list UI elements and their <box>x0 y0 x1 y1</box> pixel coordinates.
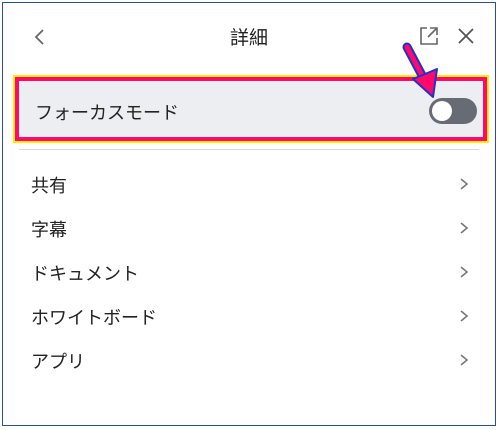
close-button[interactable] <box>453 23 479 49</box>
menu-item-label: ドキュメント <box>31 264 139 285</box>
menu-item-label: 字幕 <box>31 220 67 241</box>
menu-item-documents[interactable]: ドキュメント <box>3 251 495 295</box>
menu-item-apps[interactable]: アプリ <box>3 339 495 383</box>
chevron-right-icon <box>460 178 469 190</box>
menu-item-whiteboard[interactable]: ホワイトボード <box>3 295 495 339</box>
chevron-right-icon <box>460 354 469 366</box>
details-panel: 詳細 フォーカスモード 共有 字幕 ドキュメント ホワイトボード アプリ <box>2 2 496 426</box>
menu-item-label: ホワイトボード <box>31 308 157 329</box>
close-icon <box>458 28 474 44</box>
annotation-arrow-icon <box>402 42 438 98</box>
chevron-right-icon <box>460 222 469 234</box>
menu-item-captions[interactable]: 字幕 <box>3 207 495 251</box>
menu-item-share[interactable]: 共有 <box>3 163 495 207</box>
divider <box>19 149 479 150</box>
chevron-right-icon <box>460 310 469 322</box>
chevron-right-icon <box>460 266 469 278</box>
menu-item-label: アプリ <box>31 352 85 373</box>
toggle-knob <box>432 101 452 121</box>
focus-mode-label: フォーカスモード <box>35 103 179 124</box>
focus-mode-toggle[interactable] <box>429 98 477 124</box>
details-menu: 共有 字幕 ドキュメント ホワイトボード アプリ <box>3 163 495 383</box>
menu-item-label: 共有 <box>31 176 67 197</box>
